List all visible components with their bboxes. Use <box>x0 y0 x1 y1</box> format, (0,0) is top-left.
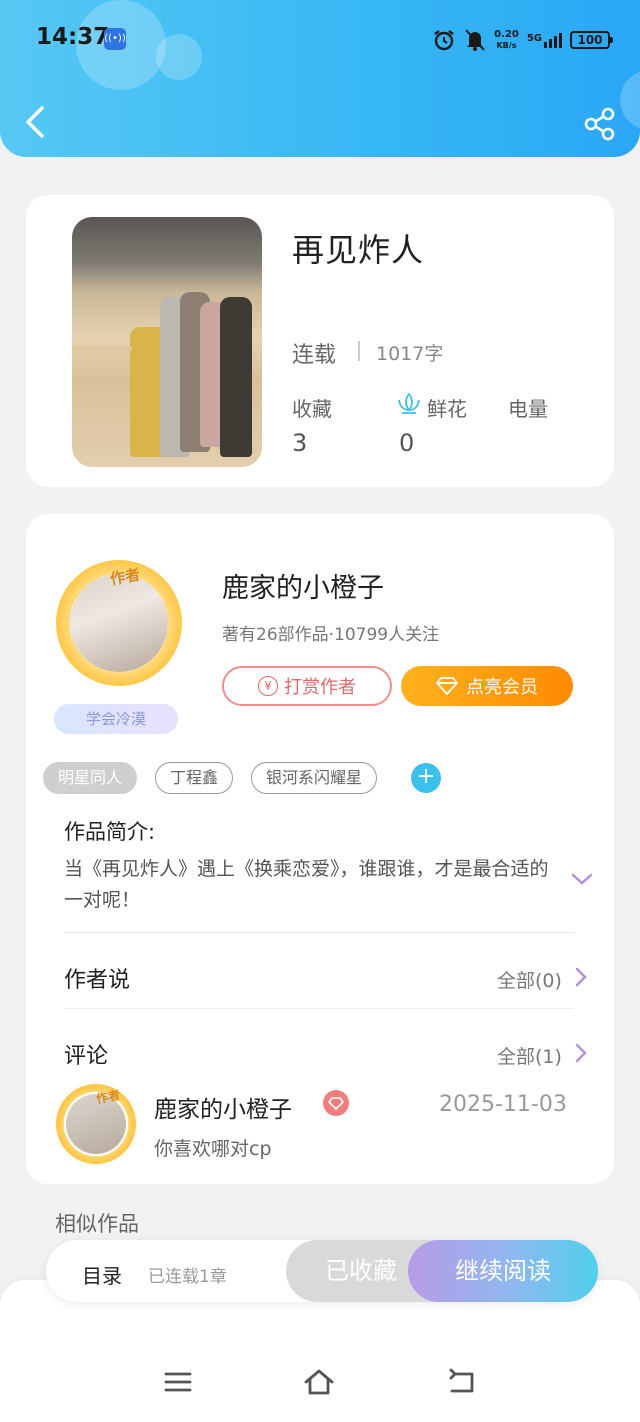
tip-author-button[interactable]: ¥ 打赏作者 <box>222 666 392 706</box>
hotspot-icon: ((•)) <box>104 28 126 50</box>
tip-author-label: 打赏作者 <box>284 677 356 698</box>
book-cover[interactable] <box>72 217 262 467</box>
chevron-right-icon[interactable] <box>574 966 588 988</box>
author-says-title: 作者说 <box>64 968 131 993</box>
intro-title: 作品简介: <box>64 820 156 844</box>
signal-icon: 5G <box>526 32 562 48</box>
intro-text: 当《再见炸人》遇上《换乘恋爱》，谁跟谁，才是最合适的一对呢！ <box>64 858 549 911</box>
decor-bubble <box>620 70 640 130</box>
nickname-badge: 学会冷漠 <box>54 704 178 734</box>
tag-item[interactable]: 丁程鑫 <box>155 762 234 794</box>
flowers-count: 0 <box>399 429 415 457</box>
avatar-photo <box>70 574 168 672</box>
home-icon[interactable] <box>303 1366 335 1398</box>
favorites-count: 3 <box>292 429 308 457</box>
lotus-icon <box>398 392 420 414</box>
comment-author[interactable]: 鹿家的小橙子 <box>154 1090 292 1124</box>
separator <box>358 341 360 361</box>
divider <box>64 932 574 933</box>
details-card: 作者 学会冷漠 鹿家的小橙子 著有26部作品·10799人关注 ¥ 打赏作者 点… <box>26 514 614 1184</box>
comment-text: 你喜欢哪对cp <box>154 1138 272 1160</box>
toc-button[interactable]: 目录 <box>82 1260 122 1289</box>
share-button[interactable] <box>582 106 618 142</box>
status-time: 14:37 <box>36 24 110 50</box>
vip-button-label: 点亮会员 <box>466 677 538 698</box>
comment-date: 2025-11-03 <box>439 1092 567 1117</box>
word-count: 1017字 <box>376 343 444 365</box>
author-meta: 著有26部作品·10799人关注 <box>222 625 440 645</box>
diamond-icon <box>436 677 458 695</box>
comments-all-link[interactable]: 全部(1) <box>497 1042 562 1069</box>
chapter-count: 已连载1章 <box>148 1267 227 1287</box>
signal-type: 5G <box>526 32 542 44</box>
add-tag-button[interactable]: + <box>411 763 442 793</box>
decor-bubble <box>156 34 202 80</box>
menu-icon[interactable] <box>162 1366 194 1398</box>
flowers-label: 鲜花 <box>427 397 467 421</box>
book-info-card: 再见炸人 连载 1017字 收藏 3 鲜花 0 电量 <box>26 195 614 487</box>
continue-reading-button[interactable]: 继续阅读 <box>408 1240 598 1302</box>
chevron-down-icon[interactable] <box>570 870 594 888</box>
book-status: 连载 <box>292 343 337 368</box>
return-icon[interactable] <box>446 1366 478 1398</box>
author-name[interactable]: 鹿家的小橙子 <box>222 566 384 605</box>
divider <box>64 1008 574 1009</box>
battery-icon: 100 <box>570 31 613 49</box>
cover-figure <box>220 297 252 457</box>
cover-shore <box>72 347 132 351</box>
mute-icon <box>465 29 485 51</box>
chevron-right-icon[interactable] <box>574 1042 588 1064</box>
net-speed-unit: KB/s <box>496 41 517 50</box>
tag-item[interactable]: 银河系闪耀星 <box>251 762 378 794</box>
power-label: 电量 <box>508 397 548 421</box>
tag-item[interactable]: 明星同人 <box>43 762 138 794</box>
favorites-label: 收藏 <box>292 397 332 421</box>
back-button[interactable] <box>20 104 52 140</box>
vip-button[interactable]: 点亮会员 <box>401 666 573 706</box>
alarm-icon <box>434 30 454 51</box>
yen-icon: ¥ <box>258 676 278 696</box>
net-speed: 0.20 KB/s <box>494 29 519 51</box>
similar-works-title: 相似作品 <box>55 1212 139 1236</box>
net-speed-value: 0.20 <box>494 29 519 40</box>
header: 14:37 ((•)) 0.20 KB/s 5G 100 <box>0 0 640 157</box>
author-says-all-link[interactable]: 全部(0) <box>497 966 562 993</box>
comments-title: 评论 <box>64 1044 109 1069</box>
vip-badge-icon <box>323 1090 349 1116</box>
status-icons: 0.20 KB/s 5G 100 <box>432 26 613 54</box>
tag-list: 明星同人 丁程鑫 银河系闪耀星 + <box>43 762 442 794</box>
action-bar: 目录 已连载1章 已收藏 继续阅读 <box>46 1240 598 1302</box>
book-title: 再见炸人 <box>292 231 425 269</box>
